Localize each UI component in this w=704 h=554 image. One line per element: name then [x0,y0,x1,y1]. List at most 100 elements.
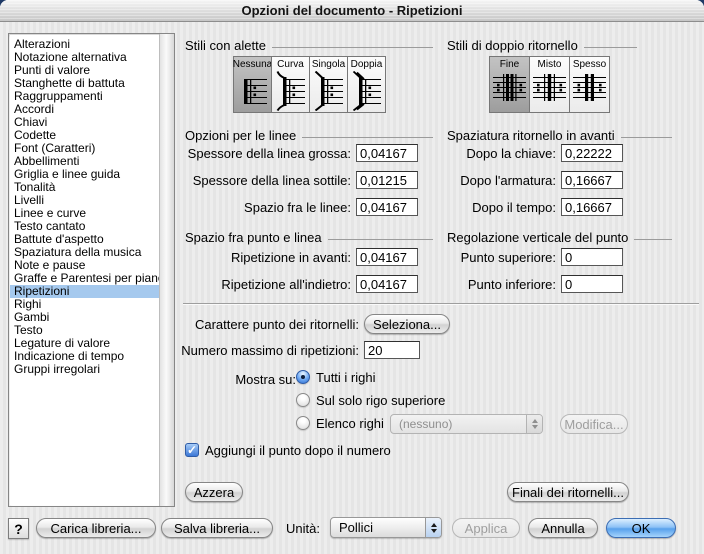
dialog-content: Alterazioni Notazione alternativa Punti … [0,22,704,554]
field-label: Punto superiore: [461,250,556,265]
add-dot-after-number-checkbox[interactable]: ✓ Aggiungi il punto dopo il numero [185,442,391,458]
sidebar-item-notazione-alternativa[interactable]: Notazione alternativa [10,51,159,64]
radio-top-staff-only[interactable]: Sul solo rigo superiore [296,392,445,408]
reset-button[interactable]: Azzera [185,482,243,502]
staff-list-dropdown[interactable]: (nessuno) [390,414,543,434]
double-repeat-fine-icon [493,71,526,103]
dropdown-stepper-icon [425,518,441,537]
checkbox-checked-icon: ✓ [185,443,199,457]
forward-repeat-row: Ripetizione in avanti: [100,247,418,267]
upper-dot-field[interactable] [561,248,623,266]
group-dot-vertical-header: Regolazione verticale del punto [447,230,672,245]
double-repeat-label: Misto [538,59,562,70]
repeat-barline-double-wings-icon [352,71,382,111]
group-dot-line-space-header: Spazio fra punto e linea [185,230,433,245]
wing-style-curva-button[interactable]: Curva [271,56,310,113]
double-repeat-spesso-icon [573,71,606,103]
cancel-button[interactable]: Annulla [528,518,598,538]
repeat-barline-no-wings-icon [238,71,268,111]
category-list: Alterazioni Notazione alternativa Punti … [10,35,159,505]
wing-style-label: Nessuna [233,59,272,70]
line-space-row: Spazio fra le linee: [100,197,418,217]
window-titlebar[interactable]: Opzioni del documento - Ripetizioni [0,0,704,22]
double-repeat-misto-icon [533,71,566,103]
group-title: Stili con alette [185,38,266,53]
show-on-label: Mostra su: [235,372,296,387]
double-repeat-style-buttons: Fine Misto [489,56,610,113]
radio-label: Tutti i righi [316,370,375,385]
group-forward-spacing-header: Spaziatura ritornello in avanti [447,128,672,143]
sidebar-item-accordi[interactable]: Accordi [10,103,159,116]
field-label: Spazio fra le linee: [244,200,351,215]
group-rule [634,239,672,240]
repeat-endings-button[interactable]: Finali dei ritornelli... [507,482,629,502]
group-title: Spazio fra punto e linea [185,230,322,245]
group-wing-styles-header: Stili con alette [185,38,433,53]
radio-all-staves[interactable]: Tutti i righi [296,369,375,385]
group-rule [302,137,433,138]
max-repeats-field[interactable] [364,341,420,359]
sidebar-item-righi[interactable]: Righi [10,298,159,311]
group-rule [328,239,433,240]
after-keysig-field[interactable] [561,171,623,189]
category-listbox: Alterazioni Notazione alternativa Punti … [8,33,175,507]
double-repeat-label: Fine [500,59,519,70]
radio-selected-icon [296,370,310,384]
sidebar-item-codette[interactable]: Codette [10,129,159,142]
select-font-button[interactable]: Seleziona... [364,314,450,334]
double-repeat-fine-button[interactable]: Fine [489,56,530,113]
group-rule [272,47,433,48]
wing-style-nessuna-button[interactable]: Nessuna [233,56,272,113]
wing-style-singola-button[interactable]: Singola [309,56,348,113]
sidebar-item-alterazioni[interactable]: Alterazioni [10,38,159,51]
sidebar-item-chiavi[interactable]: Chiavi [10,116,159,129]
repeat-barline-curved-wings-icon [276,71,306,111]
checkbox-label: Aggiungi il punto dopo il numero [205,443,391,458]
sidebar-item-punti-di-valore[interactable]: Punti di valore [10,64,159,77]
ok-button[interactable]: OK [606,518,676,538]
double-repeat-spesso-button[interactable]: Spesso [569,56,610,113]
sidebar-scrollbar[interactable] [159,34,174,506]
lower-dot-field[interactable] [561,275,623,293]
field-label: Spessore della linea sottile: [193,173,351,188]
field-label: Numero massimo di ripetizioni: [181,343,359,358]
double-repeat-label: Spesso [573,59,606,70]
modify-staff-list-button[interactable]: Modifica... [560,414,628,434]
after-timesig-field[interactable] [561,198,623,216]
sidebar-item-stanghette-di-battuta[interactable]: Stanghette di battuta [10,77,159,90]
wing-style-buttons: Nessuna Curva [233,56,386,113]
after-keysig-row: Dopo l'armatura: [380,170,623,190]
double-repeat-misto-button[interactable]: Misto [529,56,570,113]
group-title: Spaziatura ritornello in avanti [447,128,615,143]
radio-label: Sul solo rigo superiore [316,393,445,408]
apply-button[interactable]: Applica [452,518,520,538]
wing-style-doppia-button[interactable]: Doppia [347,56,386,113]
group-rule [621,137,672,138]
sidebar-item-battute-daspetto[interactable]: Battute d'aspetto [10,233,159,246]
radio-icon [296,393,310,407]
sidebar-item-testo-cantato[interactable]: Testo cantato [10,220,159,233]
wing-style-label: Curva [277,59,304,70]
max-repeats-row: Numero massimo di ripetizioni: [100,340,420,360]
radio-staff-list[interactable]: Elenco righi [296,415,384,431]
after-clef-row: Dopo la chiave: [380,143,623,163]
document-options-dialog: Opzioni del documento - Ripetizioni Alte… [0,0,704,554]
group-rule [584,47,637,48]
repeat-barline-single-wings-icon [314,71,344,111]
help-button[interactable]: ? [8,518,29,539]
radio-label: Elenco righi [316,416,384,431]
units-dropdown[interactable]: Pollici [330,517,442,538]
units-value: Pollici [331,520,425,535]
after-clef-field[interactable] [561,144,623,162]
save-library-button[interactable]: Salva libreria... [161,518,273,538]
staff-list-value: (nessuno) [391,417,526,431]
load-library-button[interactable]: Carica libreria... [36,518,156,538]
group-title: Stili di doppio ritornello [447,38,578,53]
units-label: Unità: [286,521,320,536]
field-label: Dopo l'armatura: [460,173,556,188]
wing-style-label: Doppia [351,59,383,70]
thick-line-row: Spessore della linea grossa: [100,143,418,163]
sidebar-item-raggruppamenti[interactable]: Raggruppamenti [10,90,159,103]
field-label: Ripetizione all'indietro: [221,277,351,292]
group-title: Regolazione verticale del punto [447,230,628,245]
